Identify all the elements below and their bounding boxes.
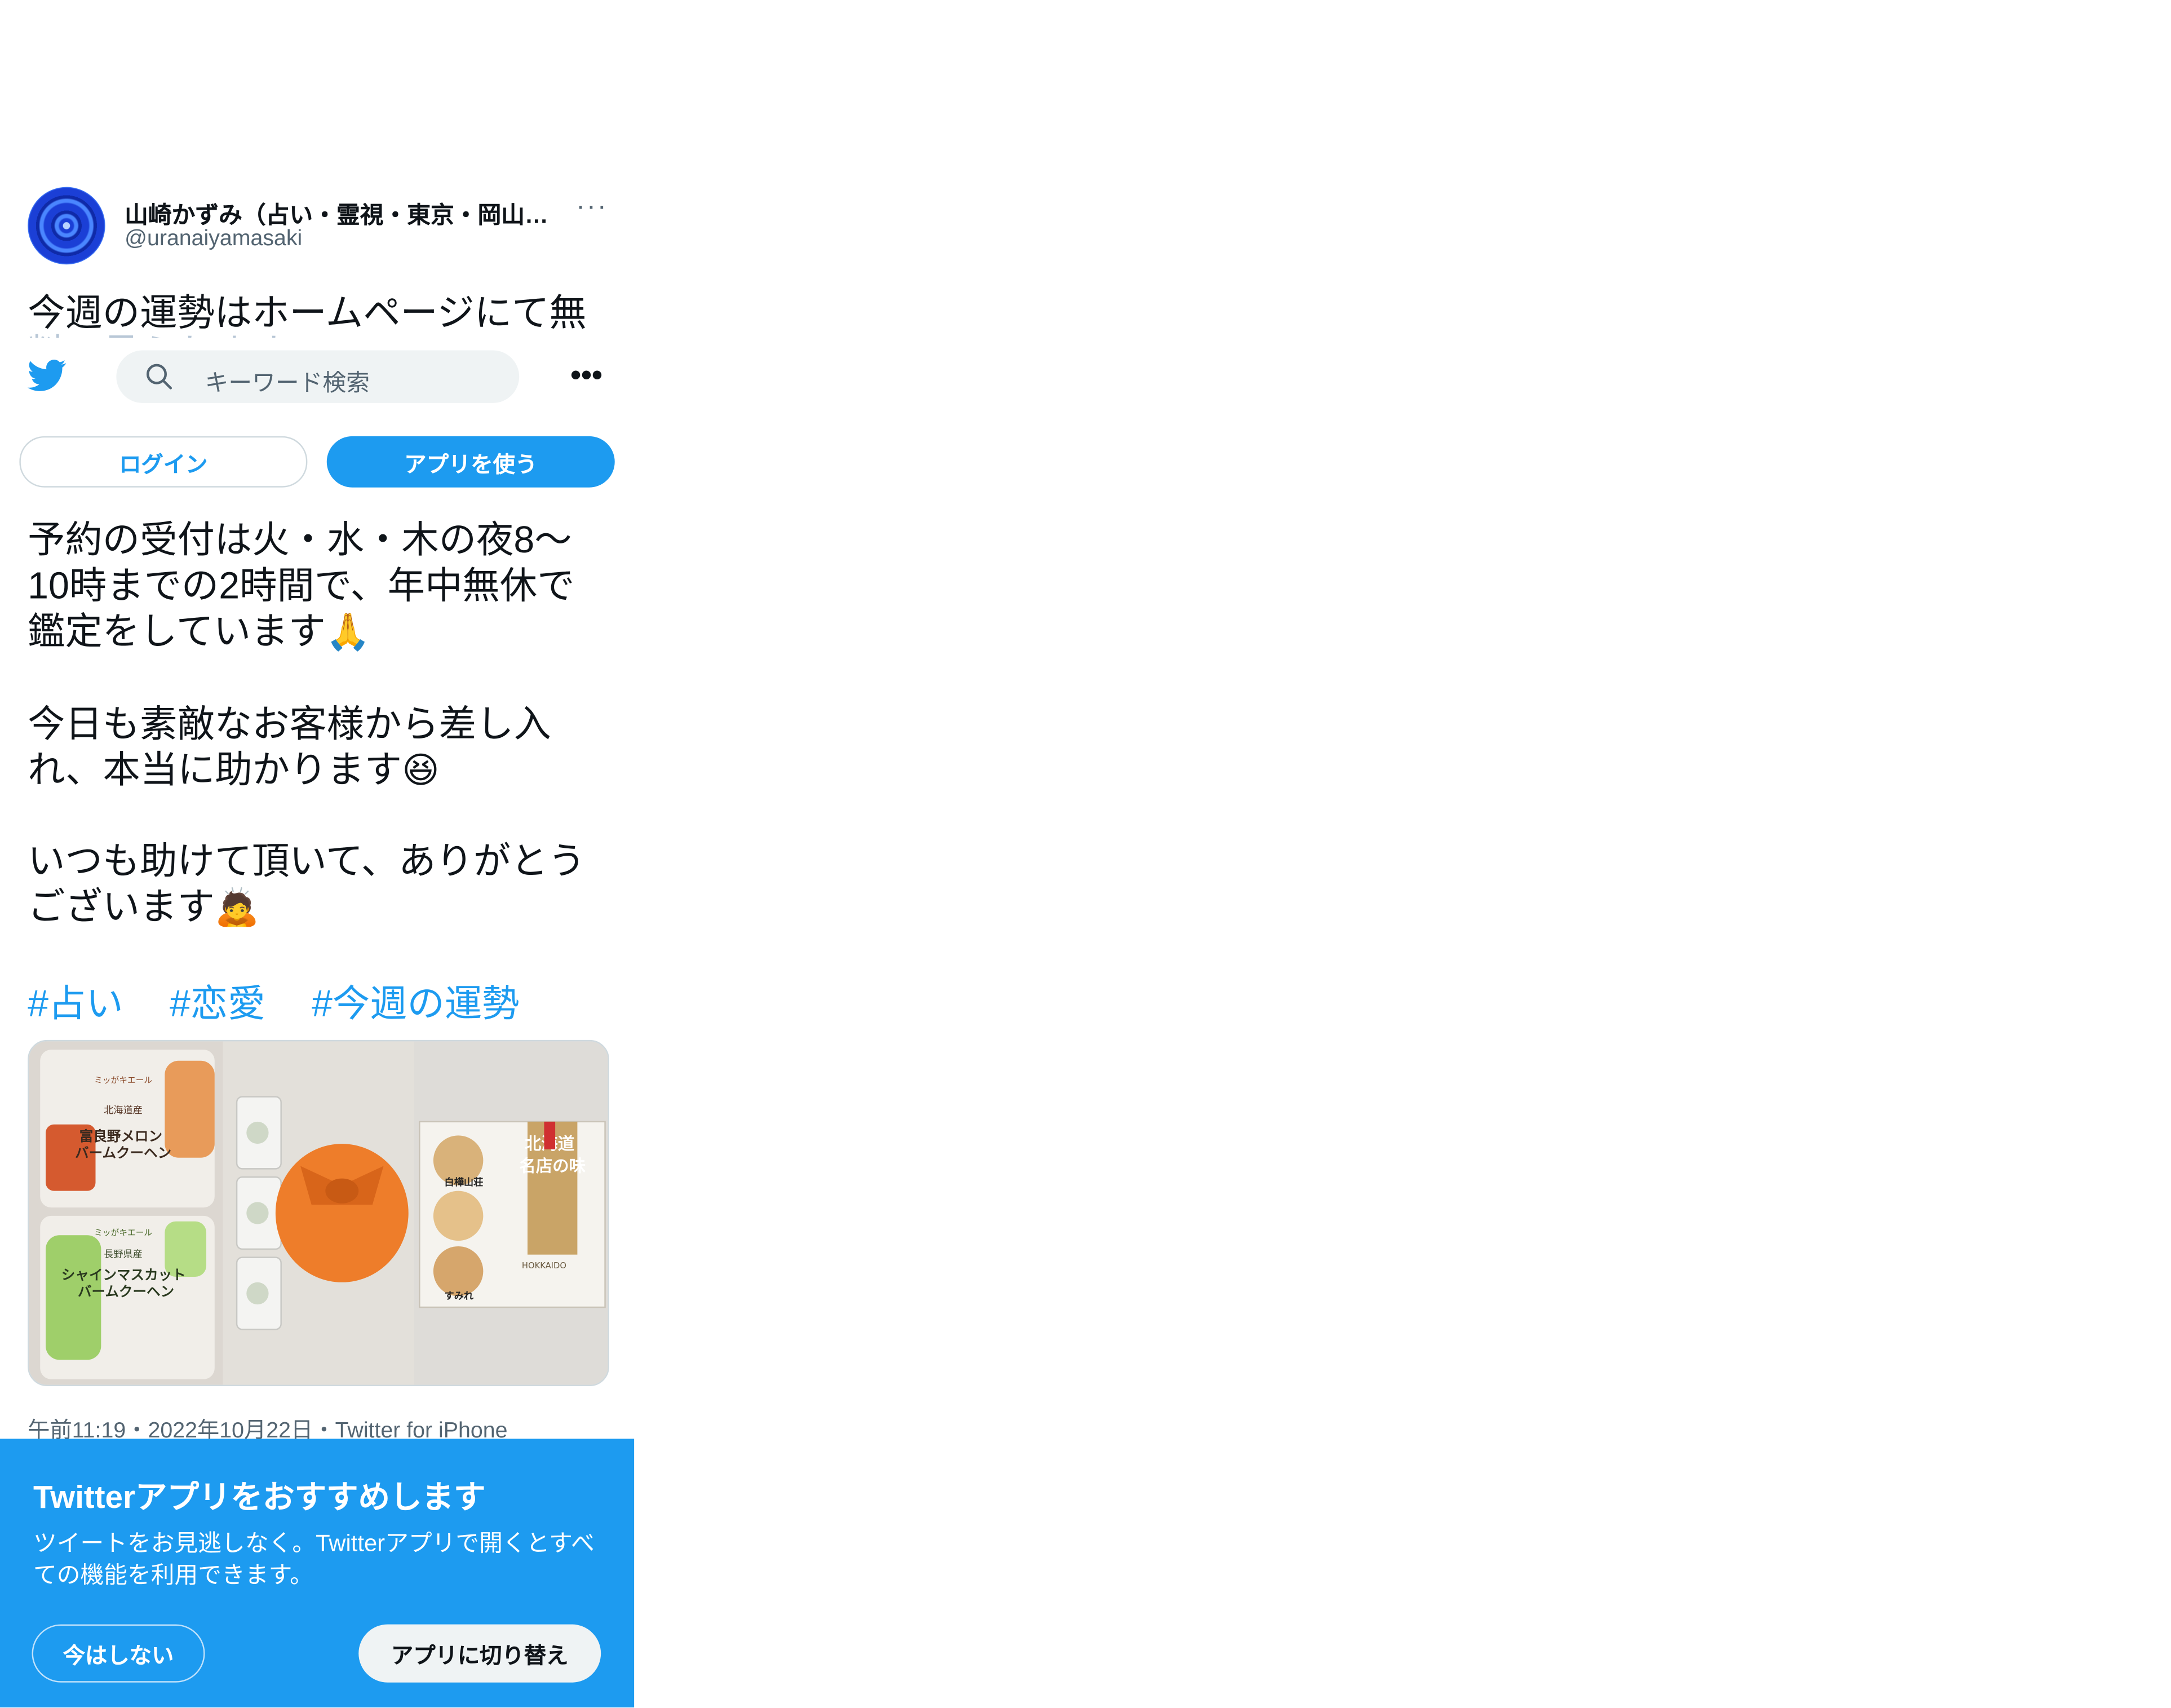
brand-small-top: ミッがキエール: [94, 1076, 152, 1085]
tweet-paragraph-2: 今日も素敵なお客様から差し入 れ、本当に助かります😆: [28, 702, 623, 795]
page: 山崎かずみ（占い・霊視・東京・岡山… @uranaiyamasaki ··· 今…: [0, 0, 2171, 1707]
brand-small-bottom: ミッがキエール: [94, 1228, 152, 1237]
media-photo: ミッがキエール 北海道産 富良野メロン バームクーヘン ミッがキエール 長野県産…: [29, 1041, 608, 1385]
tweet-paragraph-3: いつも助けて頂いて、ありがとう ございます🙇: [28, 839, 623, 932]
ramen-box-title-line2: 名店の味: [519, 1156, 586, 1175]
muscat-origin: 長野県産: [104, 1249, 143, 1260]
login-button[interactable]: ログイン: [19, 436, 308, 488]
melon-label: 富良野メロン バームクーヘン: [75, 1128, 171, 1161]
tweet-paragraph-2-text: 今日も素敵なお客様から差し入 れ、本当に助かります: [28, 703, 551, 791]
muscat-label-line2: バームクーヘン: [78, 1283, 174, 1299]
avatar[interactable]: [28, 187, 105, 265]
search-placeholder: キーワード検索: [205, 369, 370, 396]
melon-label-line1: 富良野メロン: [79, 1128, 162, 1144]
tweet-media[interactable]: ミッがキエール 北海道産 富良野メロン バームクーヘン ミッがキエール 長野県産…: [28, 1039, 609, 1387]
hashtag-link[interactable]: #今週の運勢: [312, 983, 520, 1025]
not-now-button[interactable]: 今はしない: [32, 1624, 205, 1683]
folded-hands-icon: 🙏: [325, 612, 371, 654]
display-name[interactable]: 山崎かずみ（占い・霊視・東京・岡山…: [125, 195, 554, 229]
tweet-paragraph-3-text: いつも助けて頂いて、ありがとう ございます: [28, 840, 586, 928]
use-app-button[interactable]: アプリを使う: [326, 436, 615, 488]
grinning-squinting-face-icon: 😆: [402, 750, 440, 793]
tweet-paragraph-1: 予約の受付は火・水・木の夜8〜 10時までの2時間で、年中無休で 鑑定をしていま…: [28, 518, 623, 657]
muscat-label: シャインマスカット バームクーヘン: [61, 1267, 190, 1299]
twitter-bird-icon[interactable]: [25, 356, 69, 395]
melon-label-line2: バームクーヘン: [75, 1145, 171, 1161]
orange-wrapped-gift: [275, 1144, 409, 1282]
search-icon: [146, 364, 172, 390]
banner-title: Twitterアプリをおすすめします: [33, 1479, 486, 1515]
ramen-box-sub: HOKKAIDO: [522, 1261, 566, 1271]
switch-to-app-button[interactable]: アプリに切り替え: [358, 1624, 601, 1683]
ramen-logo-2: すみれ: [445, 1290, 474, 1302]
tweet-paragraph-1-text: 予約の受付は火・水・木の夜8〜 10時までの2時間で、年中無休で 鑑定をしていま…: [28, 519, 575, 653]
user-handle[interactable]: @uranaiyamasaki: [125, 227, 302, 252]
muscat-label-line1: シャインマスカット: [61, 1267, 186, 1283]
more-icon[interactable]: •••: [570, 357, 602, 393]
bowing-person-icon: 🙇: [214, 887, 260, 930]
tweet-more-icon[interactable]: ···: [576, 191, 608, 223]
hashtag-link[interactable]: #恋愛: [170, 983, 265, 1025]
melon-origin: 北海道産: [104, 1105, 143, 1116]
tweet-text-line1: 今週の運勢はホームページにて無: [28, 292, 587, 334]
hashtags: #占い #恋愛 #今週の運勢: [28, 974, 555, 1028]
ramen-logo-1: 白樺山荘: [445, 1176, 484, 1188]
hashtag-link[interactable]: #占い: [28, 983, 123, 1025]
banner-body: ツイートをお見逃しなく。Twitterアプリで開くとすべての機能を利用できます。: [33, 1530, 595, 1588]
